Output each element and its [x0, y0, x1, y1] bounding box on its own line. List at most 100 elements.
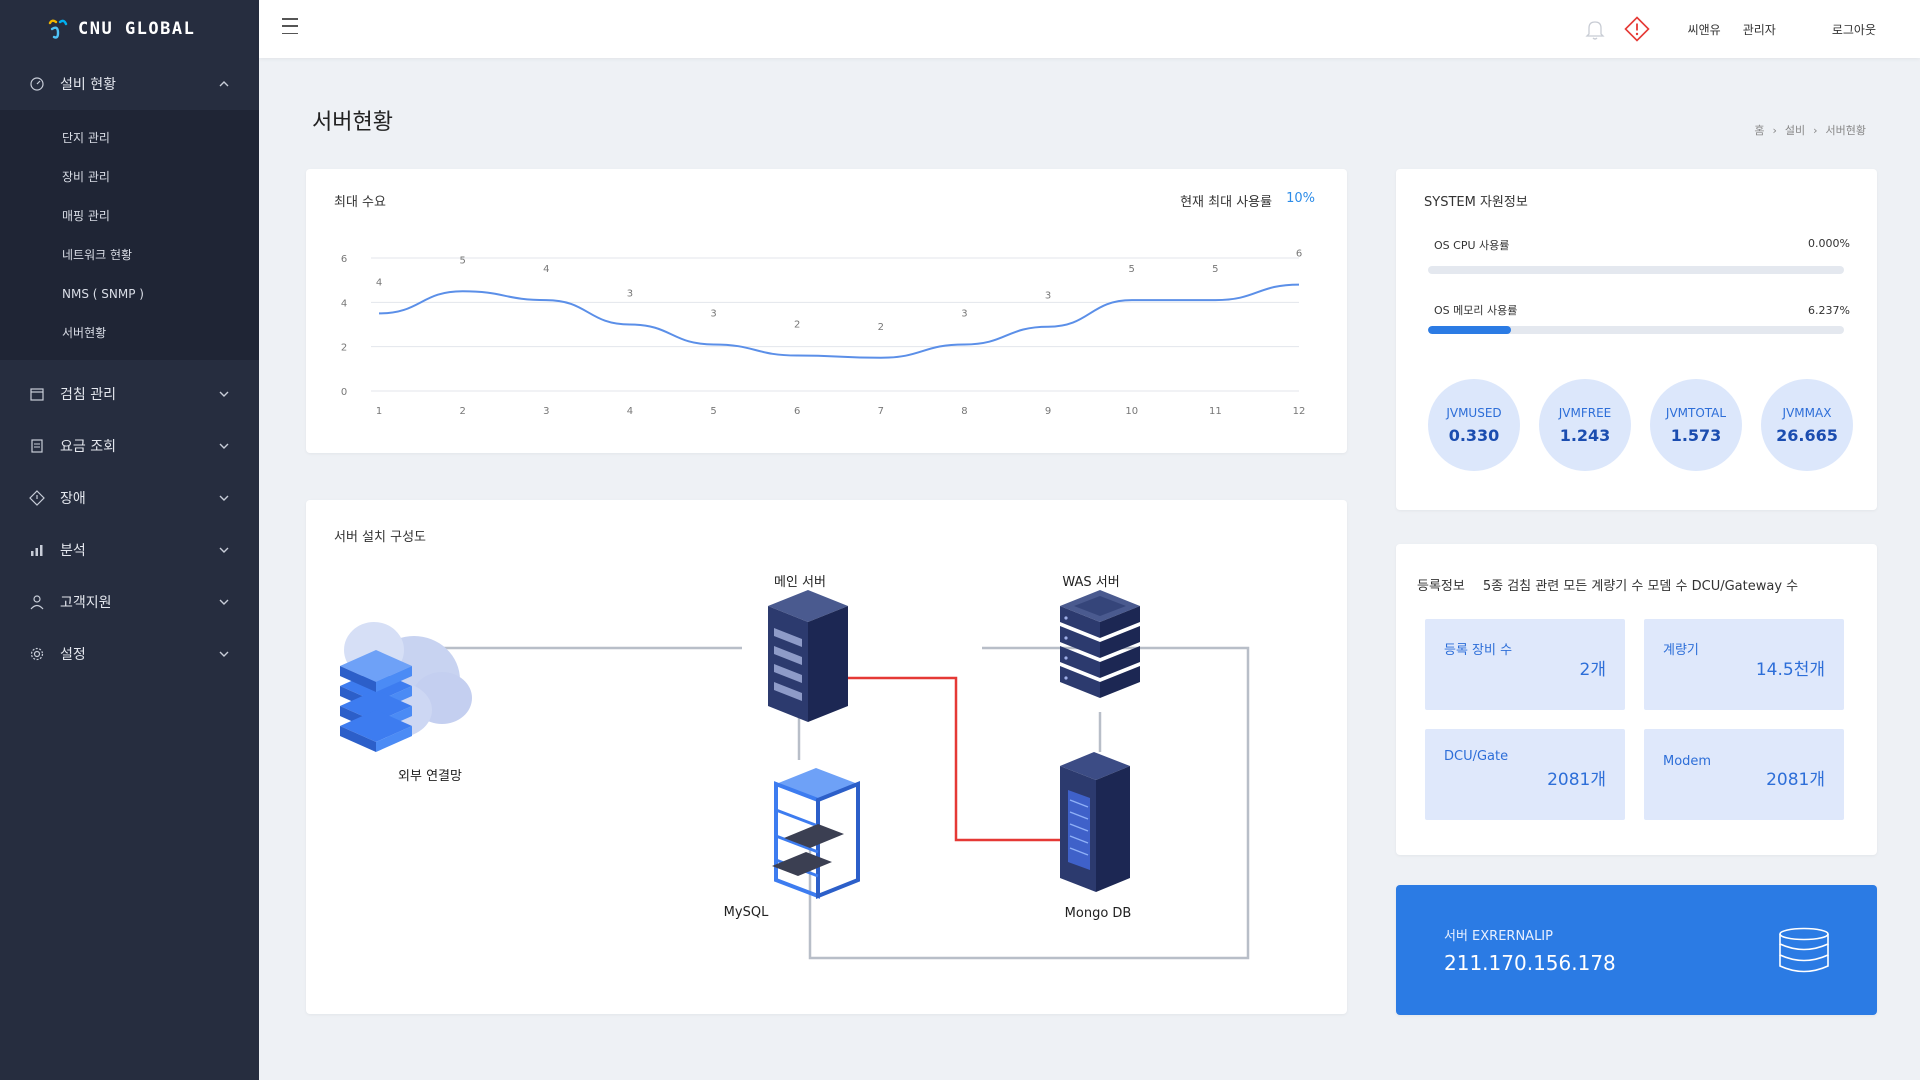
- jvm-used-value: 0.330: [1448, 425, 1500, 445]
- logout-button[interactable]: 로그아웃: [1832, 21, 1876, 38]
- max-demand-card: 0 2 4 6 1 2 3 4 5 6 7 8 9 10 11 12 4 5 4 3 3 2 2 3 3 5 5 6 최대 수요 현재…: [306, 169, 1347, 453]
- jvm-used-badge: JVMUSED 0.330: [1428, 379, 1520, 471]
- sidebar-item-network[interactable]: 네트워크 현황: [0, 235, 259, 274]
- alert-icon[interactable]: [1623, 16, 1650, 42]
- chevron-down-icon: [219, 443, 229, 449]
- x-tick-label: 7: [878, 406, 884, 417]
- data-label: 5: [1129, 264, 1135, 275]
- menu-label: 요금 조회: [60, 439, 116, 455]
- data-label: 5: [459, 255, 465, 266]
- hamburger-menu-icon[interactable]: [282, 18, 298, 34]
- sidebar-item-complex[interactable]: 단지 관리: [0, 118, 259, 157]
- jvm-stats: JVMUSED 0.330 JVMFREE 1.243 JVMTOTAL 1.5…: [1428, 379, 1853, 471]
- data-label: 3: [1045, 291, 1051, 302]
- jvm-total-value: 1.573: [1670, 425, 1722, 445]
- chevron-down-icon: [219, 495, 229, 501]
- current-max-label: 현재 최대 사용률: [1180, 195, 1273, 210]
- x-tick-label: 11: [1209, 406, 1222, 417]
- menu-support[interactable]: 고객지원: [0, 576, 259, 628]
- jvm-total-label: JVMTOTAL: [1665, 405, 1727, 420]
- breadcrumb-equipment[interactable]: 설비: [1785, 122, 1805, 138]
- logo-icon: [48, 19, 68, 39]
- menu-fault[interactable]: 장애: [0, 472, 259, 524]
- x-tick-label: 8: [961, 406, 967, 417]
- chevron-down-icon: [219, 651, 229, 657]
- gear-icon: [28, 645, 46, 663]
- x-tick-label: 1: [376, 406, 382, 417]
- user-role: 관리자: [1742, 22, 1776, 37]
- registration-title: 등록정보: [1417, 579, 1465, 594]
- tile-value: 2081개: [1766, 770, 1825, 790]
- user-icon: [28, 593, 46, 611]
- dcu-gateway-tile: DCU/Gate 2081개: [1425, 729, 1625, 820]
- main-server-label: 메인 서버: [774, 575, 826, 590]
- x-tick-label: 10: [1125, 406, 1138, 417]
- sidebar: CNU GLOBAL 설비 현황 단지 관리 장비 관리 매핑 관리 네트워크 …: [0, 0, 259, 1080]
- was-server-icon: [1060, 590, 1140, 698]
- cpu-usage-value: 0.000%: [1808, 237, 1850, 250]
- chevron-right-icon: ›: [1772, 123, 1777, 137]
- menu-settings[interactable]: 설정: [0, 628, 259, 680]
- database-icon: [1779, 927, 1829, 973]
- menu-billing[interactable]: 요금 조회: [0, 420, 259, 472]
- tile-label: Modem: [1663, 754, 1712, 769]
- external-ip-label: 서버 EXRERNALIP: [1444, 929, 1553, 944]
- logo[interactable]: CNU GLOBAL: [0, 0, 259, 58]
- data-label: 5: [1212, 264, 1218, 275]
- sidebar-item-devices[interactable]: 장비 관리: [0, 157, 259, 196]
- topbar: 씨앤유 관리자 로그아웃: [259, 0, 1920, 58]
- was-server-label: WAS 서버: [1062, 575, 1120, 590]
- modem-tile: Modem 2081개: [1644, 729, 1844, 820]
- current-max-usage: 현재 최대 사용률 10%: [1180, 191, 1315, 210]
- cloud-server-icon: [340, 622, 472, 752]
- jvm-used-label: JVMUSED: [1446, 405, 1502, 420]
- chevron-down-icon: [219, 391, 229, 397]
- x-tick-label: 12: [1293, 406, 1306, 417]
- menu-equipment-status[interactable]: 설비 현황: [0, 58, 259, 110]
- chart-title: 최대 수요: [334, 195, 386, 210]
- gauge-icon: [28, 75, 46, 93]
- sidebar-item-nms[interactable]: NMS ( SNMP ): [0, 274, 259, 313]
- y-tick-label: 6: [341, 254, 347, 265]
- topbar-actions: 씨앤유 관리자 로그아웃: [1582, 0, 1920, 58]
- server-topology-card: 서버 설치 구성도 외부 연결망 메인 서버 WAS 서버 MySQL Mong…: [306, 500, 1347, 1014]
- sidebar-item-mapping[interactable]: 매핑 관리: [0, 196, 259, 235]
- chevron-down-icon: [219, 599, 229, 605]
- tile-label: 계량기: [1663, 643, 1699, 658]
- chevron-up-icon: [219, 81, 229, 87]
- breadcrumb-home[interactable]: 홈: [1754, 122, 1764, 138]
- meters-tile: 계량기 14.5천개: [1644, 619, 1844, 710]
- bell-icon[interactable]: [1582, 16, 1608, 42]
- data-label: 4: [543, 264, 549, 275]
- jvm-max-value: 26.665: [1776, 425, 1838, 445]
- y-tick-label: 0: [341, 387, 347, 398]
- sidebar-item-server-status[interactable]: 서버현황: [0, 313, 259, 352]
- data-label: 4: [376, 277, 382, 288]
- system-resource-card: SYSTEM 자원정보 OS CPU 사용률 0.000% OS 메모리 사용률…: [1396, 169, 1877, 510]
- menu-metering[interactable]: 검침 관리: [0, 368, 259, 420]
- receipt-icon: [28, 437, 46, 455]
- x-tick-label: 9: [1045, 406, 1051, 417]
- registration-subtitle: 5종 검침 관련 모든 계량기 수 모뎀 수 DCU/Gateway 수: [1482, 579, 1799, 594]
- breadcrumb: 홈 › 설비 › 서버현황: [1754, 122, 1866, 138]
- registration-card: 등록정보 5종 검침 관련 모든 계량기 수 모뎀 수 DCU/Gateway …: [1396, 544, 1877, 855]
- x-tick-label: 6: [794, 406, 800, 417]
- external-ip-value: 211.170.156.178: [1444, 951, 1616, 975]
- server-topology-diagram: [340, 590, 1250, 960]
- chevron-down-icon: [219, 547, 229, 553]
- bar-chart-icon: [28, 541, 46, 559]
- x-tick-label: 3: [543, 406, 549, 417]
- memory-usage-label: OS 메모리 사용률: [1434, 304, 1518, 317]
- jvm-max-label: JVMMAX: [1782, 405, 1832, 420]
- system-title: SYSTEM 자원정보: [1424, 195, 1528, 210]
- calendar-icon: [28, 385, 46, 403]
- tile-value: 14.5천개: [1755, 660, 1825, 680]
- diamond-alert-icon: [28, 489, 46, 507]
- data-label: 2: [794, 320, 800, 331]
- tile-label: DCU/Gate: [1444, 749, 1509, 764]
- data-label: 6: [1296, 249, 1302, 260]
- menu-analysis[interactable]: 분석: [0, 524, 259, 576]
- registered-devices-tile: 등록 장비 수 2개: [1425, 619, 1625, 710]
- menu-label: 설정: [60, 647, 86, 663]
- jvm-free-badge: JVMFREE 1.243: [1539, 379, 1631, 471]
